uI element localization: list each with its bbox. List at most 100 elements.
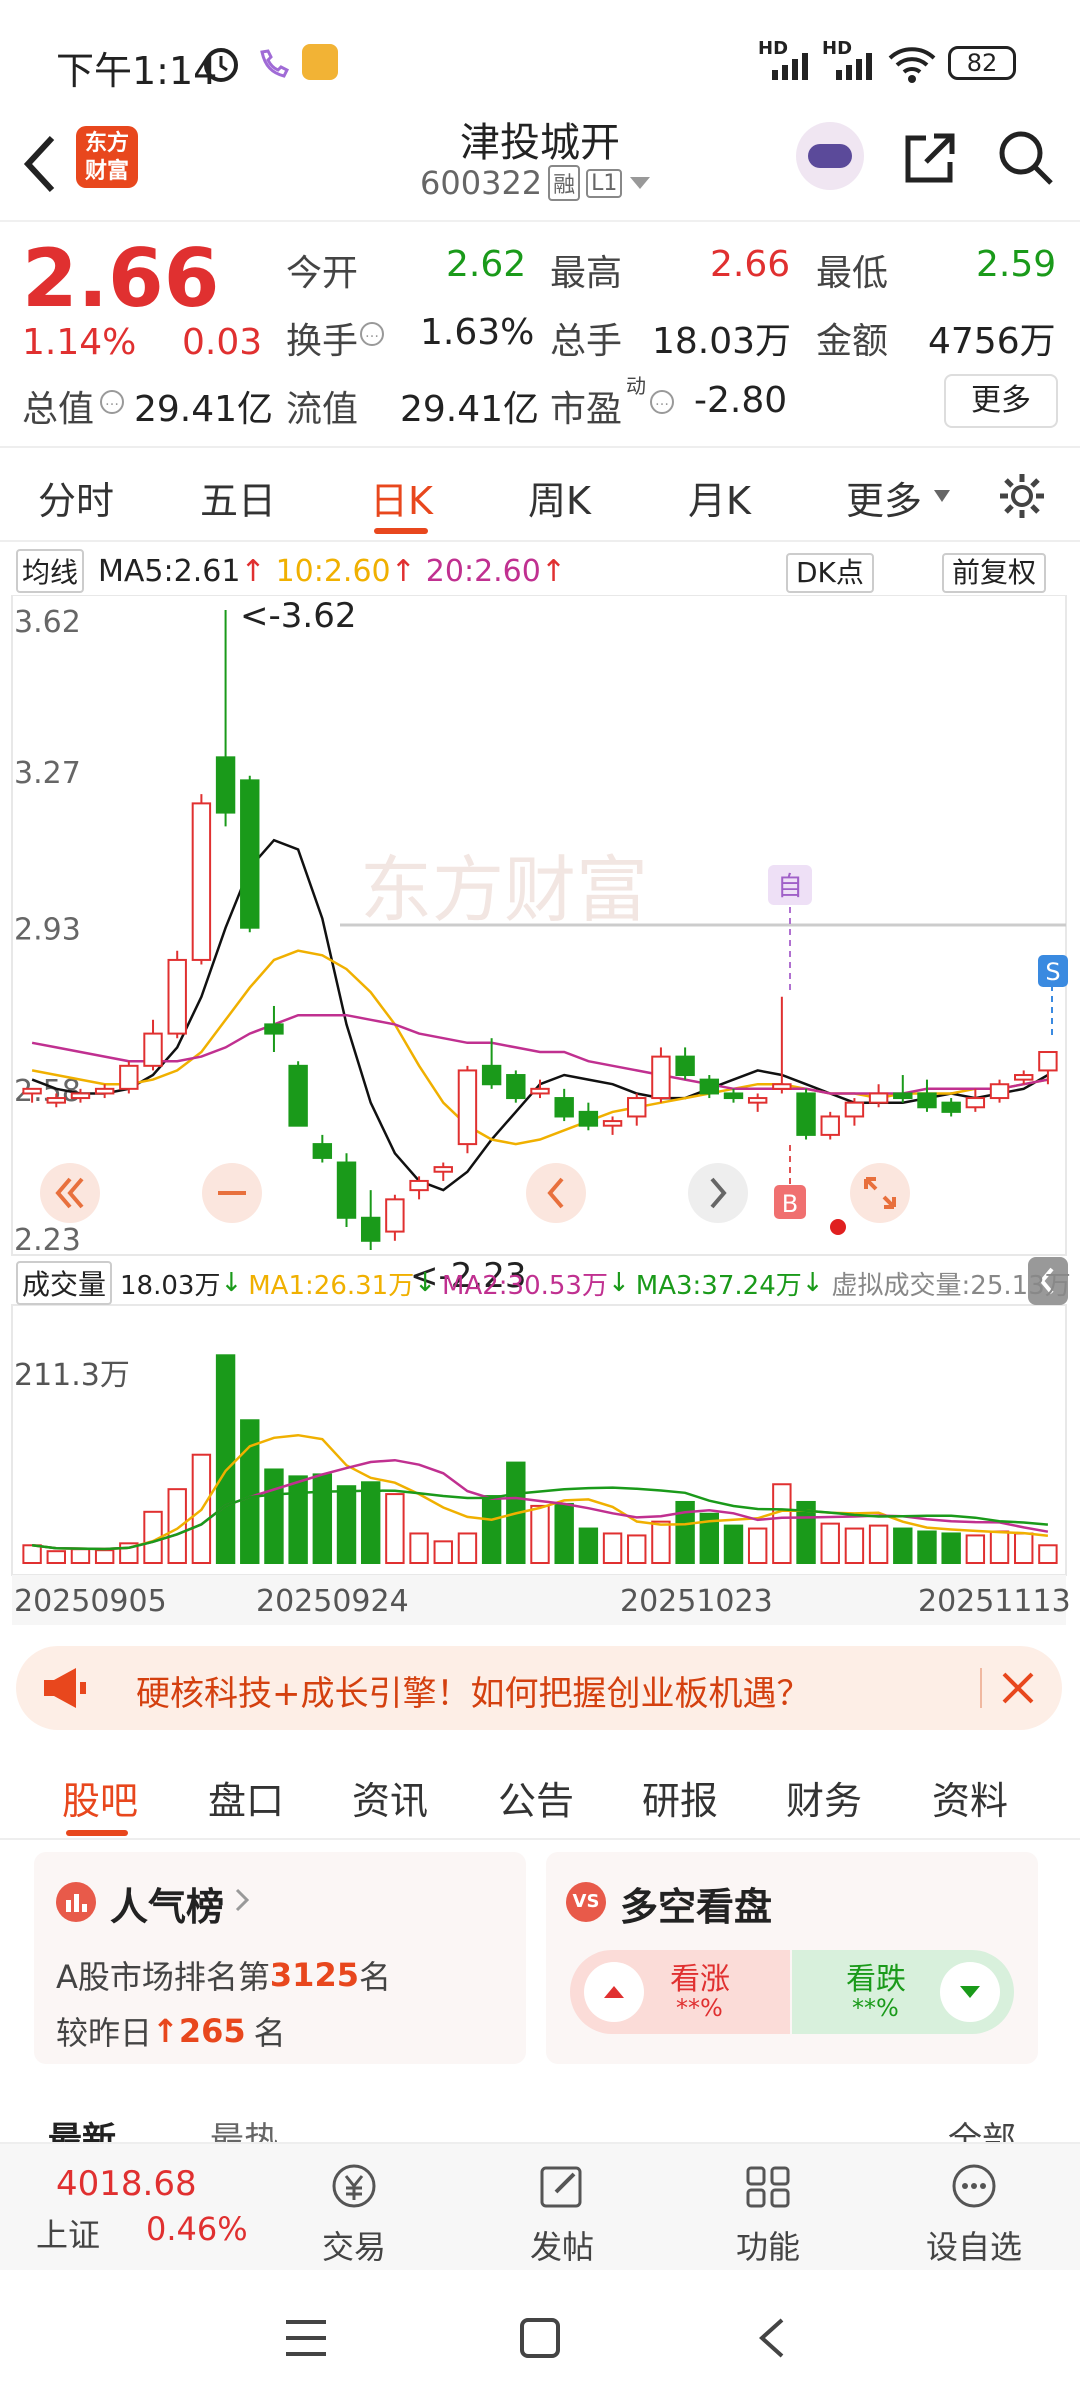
kline-svg[interactable]: 东方财富 3.623.272.932.582.23 <-3.62 <-2.23 … <box>0 595 1080 1625</box>
index-percent: 0.46% <box>146 2210 248 2248</box>
active-subtab-indicator <box>66 1830 128 1836</box>
signal-icon-2 <box>836 53 872 80</box>
ma10-legend: 10:2.60 <box>275 553 391 589</box>
mktcap-label: 总值 <box>22 389 95 430</box>
tab-finance[interactable]: 财务 <box>786 1770 862 1825</box>
volume-bar <box>457 1532 478 1564</box>
wifi-icon <box>888 47 936 83</box>
bullish-button[interactable]: 看涨 **% <box>570 1950 790 2034</box>
tab-intraday[interactable]: 分时 <box>38 470 114 525</box>
volume-bar <box>627 1534 647 1565</box>
fullscreen-button[interactable] <box>850 1163 910 1223</box>
home-icon[interactable] <box>518 2316 562 2360</box>
promo-banner[interactable]: 硬核科技+成长引擎！如何把握创业板机遇？ <box>16 1646 1062 1730</box>
nav-back-icon[interactable] <box>756 2316 786 2360</box>
vol-ma1: MA1:26.31万 <box>248 1270 415 1301</box>
more-button[interactable]: 更多 <box>944 374 1058 428</box>
volume-bar <box>868 1524 889 1564</box>
vs-icon: VS <box>566 1882 606 1922</box>
grid-icon <box>746 2166 790 2208</box>
tab-weekly-k[interactable]: 周K <box>528 470 591 525</box>
bearish-value: **% <box>852 1994 899 2022</box>
kline-chart-area[interactable]: 均线 MA5:2.61 ↑ 10:2.60 ↑ 20:2.60 ↑ DK点 前复权 东… <box>0 545 1080 1625</box>
close-icon[interactable] <box>998 1668 1038 1708</box>
volume-bar <box>312 1473 333 1564</box>
tab-monthly-k[interactable]: 月K <box>688 470 751 525</box>
volume-select[interactable]: 成交量 <box>16 1261 113 1305</box>
tab-news[interactable]: 资讯 <box>352 1770 428 1825</box>
tab-more[interactable]: 更多 <box>846 470 922 525</box>
back-icon[interactable] <box>18 132 62 196</box>
turnover-label: 换手 <box>286 321 359 362</box>
candle-body <box>627 1097 647 1118</box>
scroll-left-fast-button[interactable] <box>40 1163 100 1223</box>
volume-bar <box>167 1488 187 1565</box>
zoom-out-button[interactable] <box>202 1163 262 1223</box>
candle-body <box>70 1092 91 1100</box>
scroll-right-button[interactable] <box>688 1163 748 1223</box>
tab-forum[interactable]: 股吧 <box>62 1770 138 1825</box>
popularity-card[interactable]: 人气榜 A股市场排名第 3125 名 较昨日 ↑ 265 名 <box>34 1852 526 2064</box>
mktcap-value: 29.41亿 <box>134 389 274 430</box>
candle-body <box>22 1087 42 1095</box>
info-icon[interactable]: … <box>100 390 124 414</box>
tab-announcements[interactable]: 公告 <box>498 1770 574 1825</box>
candle-body <box>554 1097 574 1118</box>
info-icon[interactable]: … <box>650 390 674 414</box>
chevron-down-icon[interactable] <box>934 490 950 502</box>
banner-text: 硬核科技+成长引擎！如何把握创业板机遇？ <box>136 1674 811 1714</box>
share-icon[interactable] <box>900 128 960 188</box>
volume-bar <box>288 1475 308 1564</box>
volume-bar <box>1014 1532 1034 1564</box>
volume-bar <box>1038 1544 1058 1565</box>
candle-body <box>820 1115 840 1136</box>
volume-bar <box>22 1544 42 1565</box>
post-button[interactable]: 发帖 <box>502 2160 622 2268</box>
rank-line: A股市场排名第 3125 名 <box>56 1956 391 1996</box>
tab-research[interactable]: 研报 <box>642 1770 718 1825</box>
sentiment-card[interactable]: VS 多空看盘 看涨 **% 看跌 **% <box>546 1852 1038 2064</box>
menu-icon[interactable] <box>284 2318 328 2358</box>
adjust-button[interactable]: 前复权 <box>942 553 1047 593</box>
level-badge: L1 <box>586 168 623 198</box>
volume-bar <box>46 1550 66 1565</box>
candle-body <box>46 1097 66 1104</box>
scroll-left-button[interactable] <box>526 1163 586 1223</box>
ma-select[interactable]: 均线 <box>16 549 85 593</box>
y-axis-tick-label: 2.23 <box>14 1223 81 1258</box>
search-icon[interactable] <box>996 128 1056 188</box>
bearish-button[interactable]: 看跌 **% <box>792 1950 1014 2034</box>
candle-body <box>506 1074 526 1100</box>
settings-gear-icon[interactable] <box>996 470 1048 522</box>
add-watchlist-button[interactable]: 设自选 <box>914 2160 1034 2268</box>
sell-marker-text: S <box>1045 958 1060 986</box>
volume-bar <box>360 1481 381 1564</box>
tab-orderbook[interactable]: 盘口 <box>208 1770 284 1825</box>
function-button[interactable]: 功能 <box>708 2160 828 2268</box>
index-ticker[interactable]: 4018.68 上证 0.46% <box>34 2152 248 2256</box>
alert-dot <box>830 1219 846 1235</box>
candle-body <box>868 1092 889 1104</box>
tab-daily-k[interactable]: 日K <box>370 470 433 525</box>
info-icon[interactable]: … <box>360 322 384 346</box>
tab-5day[interactable]: 五日 <box>200 470 276 525</box>
call-icon <box>260 49 290 78</box>
assistant-avatar[interactable] <box>796 122 864 190</box>
candle-body <box>94 1087 115 1095</box>
sentiment-title: 多空看盘 <box>620 1885 773 1929</box>
tab-profile[interactable]: 资料 <box>932 1770 1008 1825</box>
candle-body <box>385 1198 405 1233</box>
volume-bar <box>409 1532 429 1564</box>
volume-bar <box>240 1419 260 1564</box>
chevron-down-icon[interactable] <box>628 173 652 193</box>
vol-ma3: MA3:37.24万 <box>635 1270 802 1301</box>
dk-point-button[interactable]: DK点 <box>786 553 874 593</box>
content-tabs: 股吧 盘口 资讯 公告 研报 财务 资料 <box>0 1748 1080 1840</box>
candle-body <box>1038 1051 1058 1072</box>
app-logo[interactable]: 东方 财富 <box>76 126 138 188</box>
rank-delta: 265 <box>178 2012 246 2050</box>
volume-bar <box>820 1522 840 1564</box>
rank-value: 3125 <box>269 1956 359 1994</box>
popularity-icon <box>56 1882 96 1922</box>
trade-button[interactable]: 交易 <box>294 2160 414 2268</box>
